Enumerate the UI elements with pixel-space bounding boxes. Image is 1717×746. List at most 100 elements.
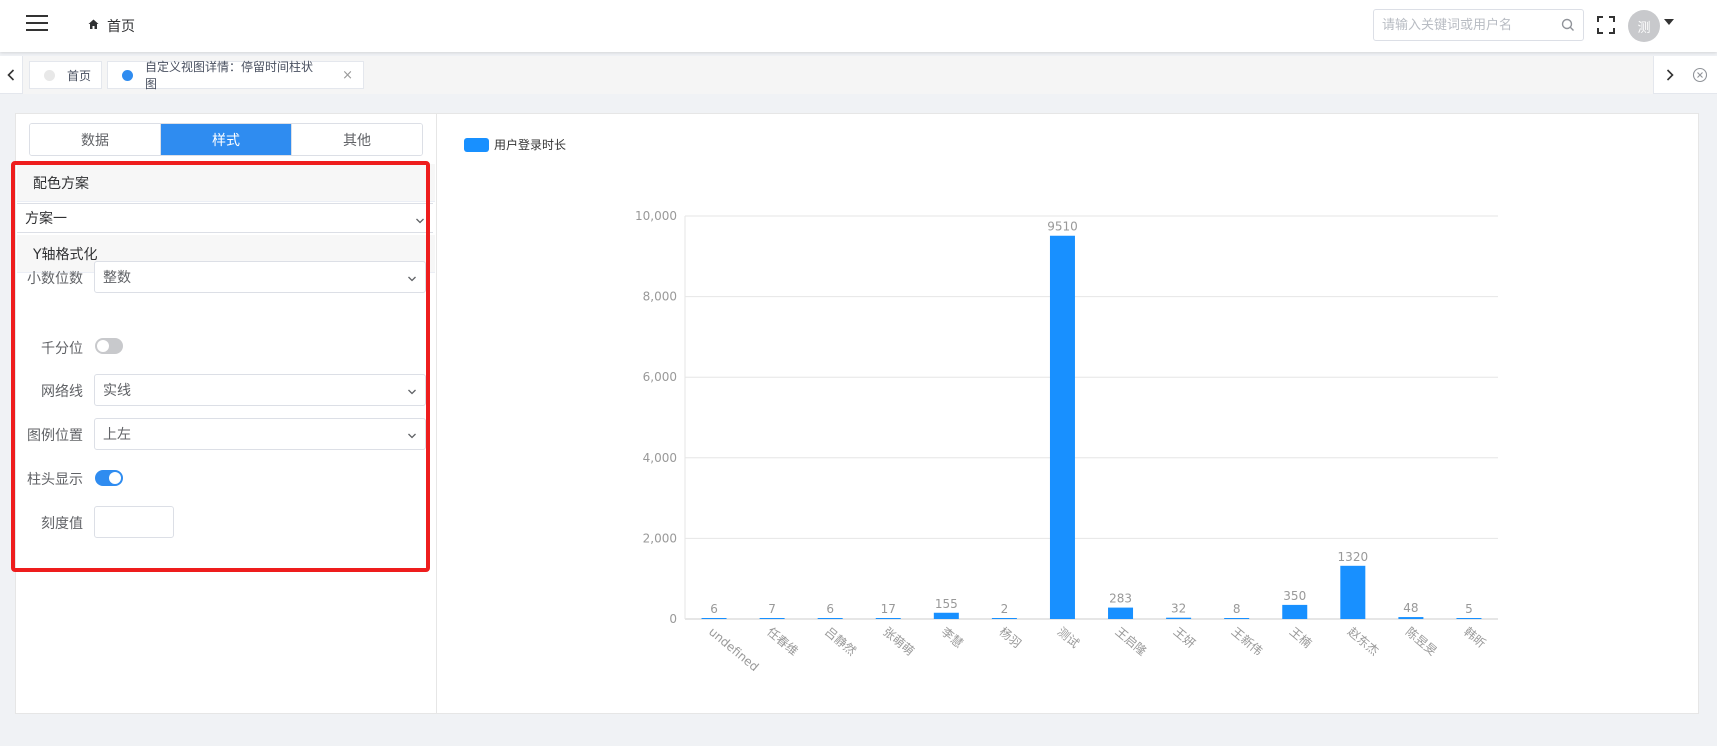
gridline-value: 实线 [103,383,131,399]
x-tick-label: 韩昕 [1461,624,1489,651]
close-icon[interactable]: × [342,68,353,83]
decimal-places-select[interactable]: 整数 [94,261,426,293]
bar-data-label: 17 [881,602,896,616]
x-tick-label: 杨羽 [996,624,1024,651]
bar-label-display-label: 柱头显示 [27,472,83,488]
tag-custom-view-detail[interactable]: 自定义视图详情：停留时间柱状图 × [107,60,364,91]
tags-scroll-area: 首页 自定义视图详情：停留时间柱状图 × [22,56,1654,94]
bar-data-label: 6 [710,602,718,616]
x-tick-label: 王楠 [1287,624,1315,651]
bar[interactable] [875,618,901,619]
bar[interactable] [759,618,785,619]
breadcrumb: 首页 [88,16,135,36]
tag-label: 首页 [67,68,92,83]
y-tick-label: 10,000 [635,209,677,223]
bar-data-label: 2 [1001,602,1009,616]
color-scheme-select[interactable]: 方案一 [17,203,433,233]
legend-position-select[interactable]: 上左 [94,418,426,450]
bar-data-label: 48 [1403,601,1418,615]
bar[interactable] [1108,607,1134,619]
bar-data-label: 32 [1171,602,1186,616]
toggle-knob [109,472,121,484]
gridline-label: 网络线 [41,384,83,400]
bar[interactable] [1282,604,1308,619]
x-tick-label: undefined [706,625,761,675]
chevron-right-icon[interactable] [1655,56,1685,94]
bar-data-label: 155 [935,597,958,611]
color-scheme-value: 方案一 [25,211,67,227]
search-box [1373,9,1584,41]
bar[interactable] [1456,618,1482,619]
x-tick-label: 王启隆 [1113,624,1150,659]
x-tick-label: 任春维 [764,625,801,659]
bar[interactable] [701,618,727,619]
chevron-down-icon [407,429,417,439]
bar[interactable] [1398,617,1424,619]
chevron-down-icon [407,385,417,395]
bar[interactable] [1166,617,1192,619]
bar[interactable] [817,618,843,619]
chevron-down-icon [415,214,425,224]
bar-chart: 0 2,000 4,000 6,000 8,000 10,000 6 undefined 7 任春… [635,209,1498,675]
close-all-tags-icon[interactable] [1692,67,1708,83]
bar[interactable] [1049,235,1075,619]
top-navbar: 首页 测 [0,0,1717,52]
bar-data-label: 9510 [1047,220,1078,234]
bar[interactable] [1340,565,1366,619]
fullscreen-icon[interactable] [1597,16,1615,34]
x-tick-label: 王新伟 [1229,624,1266,659]
search-input[interactable] [1382,10,1557,40]
bar[interactable] [1224,618,1250,619]
x-tick-label: 张萌萌 [880,625,917,659]
settings-panel: 数据 样式 其他 配色方案 方案一 Y轴格式化 小数位数 整数 千分位 网络线 … [15,113,437,714]
x-tick-label: 吕静然 [822,624,859,659]
bar-data-label: 350 [1283,589,1306,603]
bar-data-label: 7 [768,602,776,616]
y-tick-label: 4,000 [643,451,677,465]
x-tick-label: 李慧 [938,624,966,651]
decimal-places-label: 小数位数 [27,271,83,287]
tab-other[interactable]: 其他 [292,124,422,155]
y-tick-label: 8,000 [643,290,677,304]
x-tick-label: 测试 [1055,624,1083,651]
legend-position-value: 上左 [103,427,131,443]
tag-label: 自定义视图详情：停留时间柱状图 [144,60,313,91]
scale-value-label: 刻度值 [41,516,83,532]
chevron-down-icon [407,272,417,282]
y-tick-label: 0 [669,612,677,626]
settings-tabs: 数据 样式 其他 [29,123,423,156]
decimal-places-value: 整数 [103,270,131,286]
search-icon[interactable] [1561,17,1575,31]
scale-value-input[interactable] [94,506,174,538]
x-tick-label: 赵东杰 [1345,625,1382,659]
chevron-left-icon[interactable] [0,56,22,94]
bar-label-display-toggle[interactable] [95,470,123,486]
bar-data-label: 6 [826,602,834,616]
y-tick-label: 2,000 [643,531,677,545]
tag-home[interactable]: 首页 [29,61,102,89]
tag-dot-icon [122,69,133,81]
gridline-select[interactable]: 实线 [94,374,426,406]
x-tick-label: 陈昱旻 [1403,624,1440,659]
tab-data[interactable]: 数据 [30,124,161,155]
tab-style[interactable]: 样式 [161,124,292,155]
bar-data-label: 1320 [1338,550,1369,564]
toggle-knob [97,340,109,352]
bar-data-label: 5 [1465,602,1473,616]
chart-panel: 用户登录时长 0 2,000 4,000 6,000 8,000 10,000 6 undef… [436,113,1699,714]
thousands-separator-toggle[interactable] [95,338,123,354]
tags-bar: 首页 自定义视图详情：停留时间柱状图 × [0,56,1717,94]
avatar[interactable]: 测 [1628,10,1660,42]
caret-down-icon[interactable] [1664,19,1674,25]
breadcrumb-home-label[interactable]: 首页 [107,16,135,36]
bar[interactable] [933,612,959,619]
tag-dot-icon [44,69,55,81]
x-tick-label: 王妍 [1171,625,1198,651]
hamburger-menu-icon[interactable] [26,15,48,31]
y-tick-label: 6,000 [643,370,677,384]
bar[interactable] [991,618,1017,619]
bar-data-label: 283 [1109,592,1132,606]
legend-position-label: 图例位置 [27,428,83,444]
section-header-color-scheme: 配色方案 [17,164,435,202]
bar-data-label: 8 [1233,602,1241,616]
